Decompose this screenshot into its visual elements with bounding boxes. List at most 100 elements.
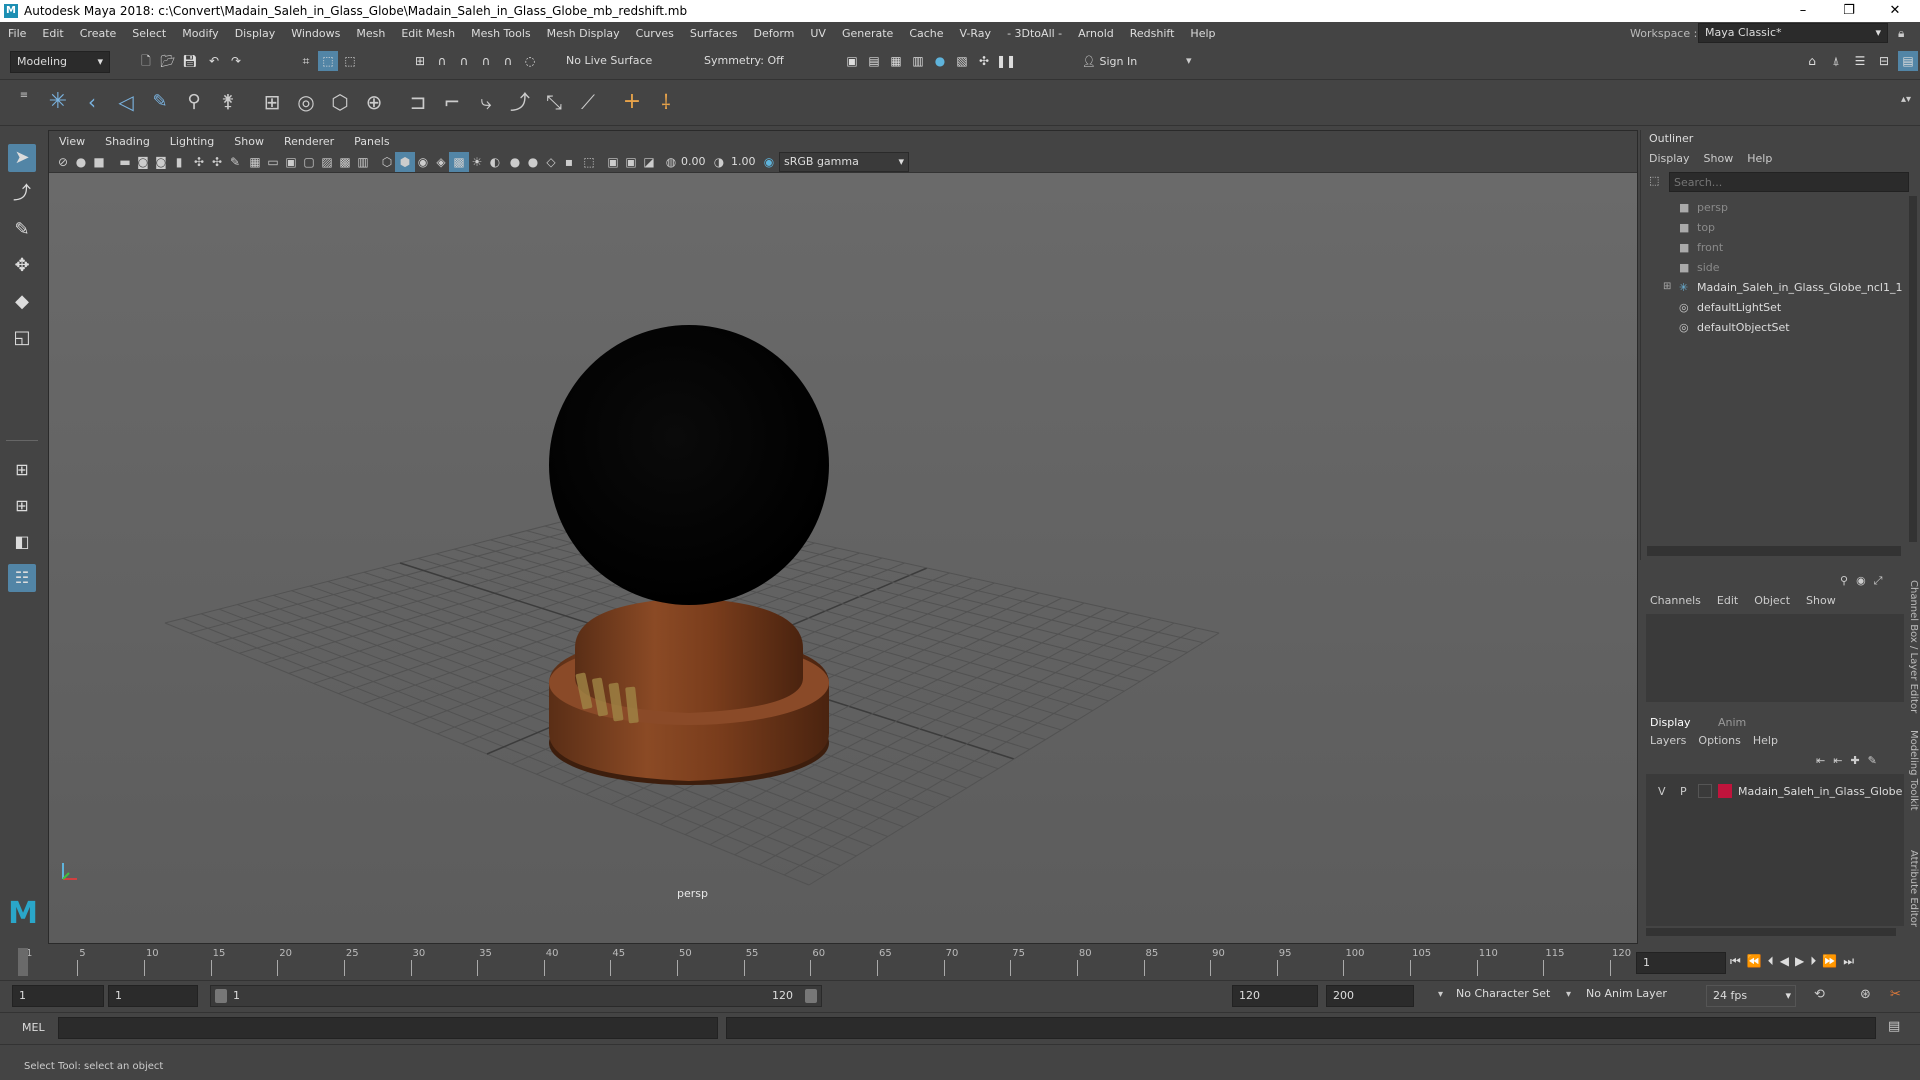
xray-active-icon[interactable]: ● xyxy=(523,152,543,172)
layer-menu-options[interactable]: Options xyxy=(1698,734,1740,747)
select-by-hierarchy-icon[interactable]: ⌗ xyxy=(296,51,316,71)
bezier-curve-icon[interactable]: ◁ xyxy=(116,92,136,112)
menu-windows[interactable]: Windows xyxy=(283,27,348,40)
insert-edge-loop-icon[interactable]: + xyxy=(622,91,642,113)
menu-vray[interactable]: V-Ray xyxy=(952,27,1000,40)
loop-icon[interactable]: ⟲ xyxy=(1814,987,1825,1002)
playback-end-field[interactable]: 120 xyxy=(1232,985,1318,1007)
go-to-end-icon[interactable]: ⏭ xyxy=(1843,954,1854,969)
scale-tool-icon[interactable]: ◱ xyxy=(8,324,36,352)
menu-curves[interactable]: Curves xyxy=(628,27,682,40)
ambient-occlusion-icon[interactable]: ◐ xyxy=(485,152,505,172)
shelf-scroll-icon[interactable]: ▴▾ xyxy=(1896,90,1916,110)
chevron-down-icon[interactable]: ▾ xyxy=(1438,989,1443,1000)
attribute-editor-small-icon[interactable]: ⤢ xyxy=(1874,574,1883,588)
pause-icon[interactable]: ❚❚ xyxy=(996,51,1016,71)
range-start-handle[interactable] xyxy=(215,989,227,1003)
menu-edit-mesh[interactable]: Edit Mesh xyxy=(393,27,463,40)
extrude-icon[interactable]: ⊐ xyxy=(408,92,428,112)
menu-arnold[interactable]: Arnold xyxy=(1070,27,1122,40)
tool-settings-icon[interactable]: ⊟ xyxy=(1874,51,1894,71)
current-time-marker[interactable] xyxy=(18,948,28,976)
hypershade-icon[interactable]: ● xyxy=(930,51,950,71)
layer-visibility-toggle[interactable]: V xyxy=(1658,785,1666,798)
bookmark-icon[interactable]: ▮ xyxy=(169,152,189,172)
menu-select[interactable]: Select xyxy=(124,27,174,40)
range-end-handle[interactable] xyxy=(805,989,817,1003)
outliner-horizontal-scrollbar[interactable] xyxy=(1647,546,1901,556)
menu-help[interactable]: Help xyxy=(1182,27,1223,40)
menu-mesh-tools[interactable]: Mesh Tools xyxy=(463,27,539,40)
menu-create[interactable]: Create xyxy=(72,27,125,40)
curve-tool-icon[interactable]: ✳ xyxy=(48,91,68,113)
scene-start-field[interactable]: 1 xyxy=(12,985,104,1007)
field-chart-icon[interactable]: ▭ xyxy=(263,152,283,172)
single-perspective-view-icon[interactable]: ⊞ xyxy=(8,456,36,484)
shelf-menu-icon[interactable]: ≡ xyxy=(14,86,34,106)
bridge-icon[interactable]: ⤷ xyxy=(476,92,496,112)
script-editor-icon[interactable]: ▤ xyxy=(1888,1019,1900,1034)
textured-icon[interactable]: ◉ xyxy=(413,152,433,172)
outliner-menu-display[interactable]: Display xyxy=(1649,152,1690,165)
ipr-render-icon[interactable]: ▦ xyxy=(886,51,906,71)
wireframe-on-shaded-icon[interactable]: ⬡ xyxy=(377,152,397,172)
lasso-select-icon[interactable]: ◎ xyxy=(296,92,316,112)
tab-display[interactable]: Display xyxy=(1650,716,1691,729)
outliner-item[interactable]: ■ persp xyxy=(1641,198,1905,218)
layer-menu-help[interactable]: Help xyxy=(1753,734,1778,747)
bookmarks-icon[interactable]: ■ xyxy=(89,152,109,172)
soft-select-icon[interactable]: ⊕ xyxy=(364,92,384,112)
gamma-value[interactable]: 1.00 xyxy=(731,155,756,168)
anti-aliasing-icon[interactable]: ⬚ xyxy=(579,152,599,172)
multi-cut-icon[interactable]: ⤡ xyxy=(544,92,564,112)
paint-select-icon[interactable]: ⬡ xyxy=(330,92,350,112)
outliner-item[interactable]: ■ top xyxy=(1641,218,1905,238)
depth-of-field-icon[interactable]: ▣ xyxy=(603,152,623,172)
color-management-icon[interactable]: ◉ xyxy=(759,152,779,172)
menu-generate[interactable]: Generate xyxy=(834,27,901,40)
move-layer-down-icon[interactable]: ⇤ xyxy=(1833,754,1842,767)
sign-in-button[interactable]: 👤︎ Sign In xyxy=(1082,51,1194,73)
exposure-icon[interactable]: ◍ xyxy=(661,152,681,172)
new-layer-selected-icon[interactable]: ✎ xyxy=(1868,754,1877,767)
select-tool-icon[interactable]: ➤ xyxy=(8,144,36,172)
channel-box-icon[interactable]: ▤ xyxy=(1898,51,1918,71)
motion-blur-icon[interactable]: ▪ xyxy=(559,152,579,172)
chevron-down-icon[interactable]: ▾ xyxy=(1566,989,1571,1000)
new-layer-icon[interactable]: ✚ xyxy=(1850,754,1859,767)
menu-mesh[interactable]: Mesh xyxy=(348,27,393,40)
outliner-item[interactable]: ■ side xyxy=(1641,258,1905,278)
channel-box-menu-edit[interactable]: Edit xyxy=(1717,594,1738,607)
skeleton-icon[interactable]: ⚲ xyxy=(184,92,204,112)
render-view-icon[interactable]: ▧ xyxy=(952,51,972,71)
layer-editor-icon[interactable]: ◉ xyxy=(1856,574,1866,588)
append-polygon-icon[interactable]: ⤴ xyxy=(510,92,530,112)
outliner-search-input[interactable] xyxy=(1669,172,1909,192)
side-tab-modeling-toolkit[interactable]: Modeling Toolkit xyxy=(1908,730,1919,811)
menu-cache[interactable]: Cache xyxy=(901,27,951,40)
layer-playback-toggle[interactable]: P xyxy=(1680,785,1687,798)
filter-icon[interactable]: ⬚ xyxy=(1649,174,1665,190)
use-all-lights-icon[interactable]: ◈ xyxy=(431,152,451,172)
outliner-item[interactable]: ◎ defaultLightSet xyxy=(1641,298,1905,318)
snap-live-icon[interactable]: ◌ xyxy=(520,51,540,71)
smooth-shade-all-icon[interactable]: ⬢ xyxy=(395,152,415,172)
layer-horizontal-scrollbar[interactable] xyxy=(1646,928,1896,936)
film-gate-icon[interactable]: ✣ xyxy=(207,152,227,172)
auto-key-icon[interactable]: ⊛ xyxy=(1860,987,1871,1002)
layer-row[interactable]: V P Madain_Saleh_in_Glass_Globe xyxy=(1646,782,1904,802)
wireframe-icon[interactable]: ▨ xyxy=(317,152,337,172)
character-set-dropdown[interactable]: No Character Set xyxy=(1456,987,1550,1000)
step-forward-key-icon[interactable]: ⏩ xyxy=(1822,954,1837,969)
paint-select-tool-icon[interactable]: ✎ xyxy=(8,216,36,244)
layer-menu-layers[interactable]: Layers xyxy=(1650,734,1686,747)
xray-joints-icon[interactable]: ◇ xyxy=(541,152,561,172)
minimize-button[interactable]: – xyxy=(1780,0,1826,22)
viewport-menu-show[interactable]: Show xyxy=(224,135,274,148)
menu-mesh-display[interactable]: Mesh Display xyxy=(539,27,628,40)
channel-box-icon[interactable]: ⚲ xyxy=(1840,574,1848,588)
gate-mask-icon[interactable]: ▦ xyxy=(245,152,265,172)
maximize-button[interactable]: ❐ xyxy=(1826,0,1872,22)
snap-view-plane-icon[interactable]: ∩ xyxy=(498,51,518,71)
image-plane-icon[interactable]: ▬ xyxy=(115,152,135,172)
